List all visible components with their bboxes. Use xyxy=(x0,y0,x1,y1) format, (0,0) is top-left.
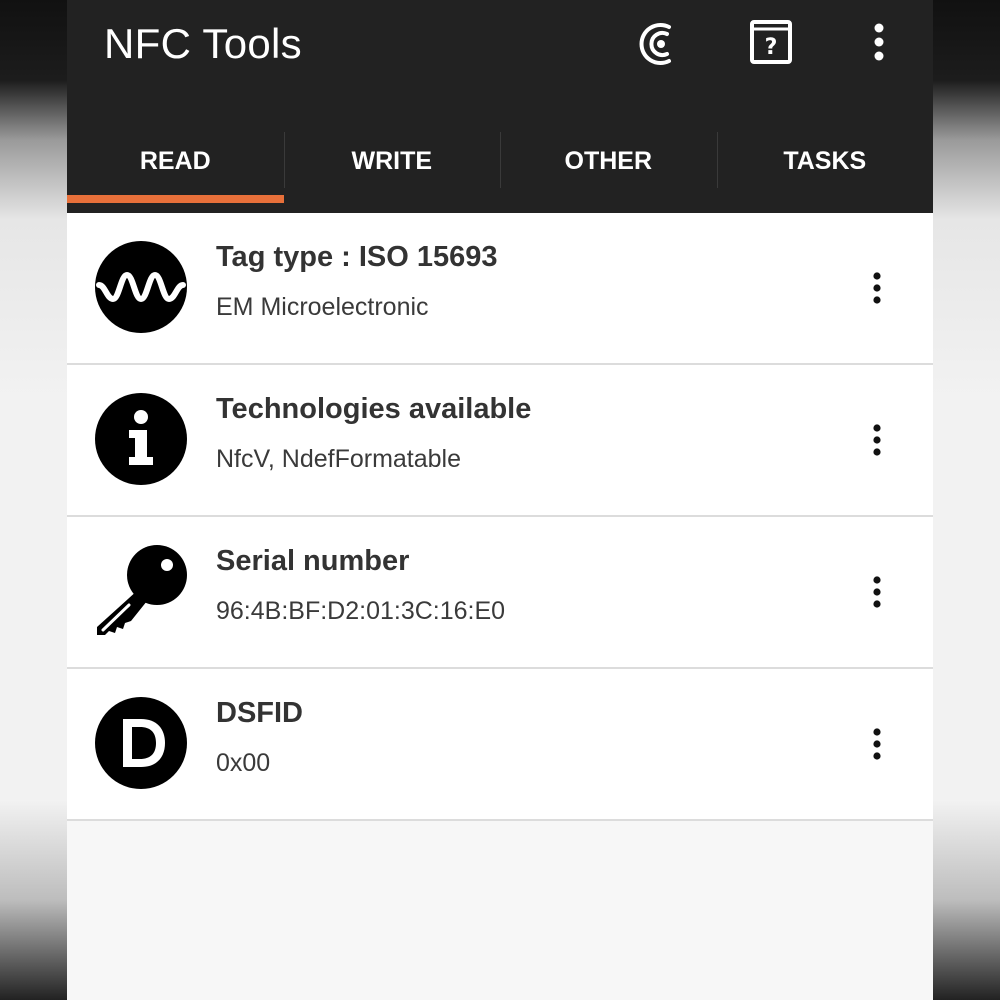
row-title: Serial number xyxy=(216,545,410,577)
tab-other[interactable]: OTHER xyxy=(500,118,717,204)
tab-read[interactable]: READ xyxy=(67,118,284,204)
list-item-serial-number[interactable]: Serial number 96:4B:BF:D2:01:3C:16:E0 xyxy=(67,517,933,669)
tab-tasks[interactable]: TASKS xyxy=(716,118,934,204)
list-item-tag-type[interactable]: Tag type : ISO 15693 EM Microelectronic xyxy=(67,213,933,365)
row-title: DSFID xyxy=(216,697,303,729)
app-title: NFC Tools xyxy=(104,20,302,67)
app-bar: NFC Tools ? READ WRITE OTHER TASKS xyxy=(67,0,933,213)
tag-info-list: Tag type : ISO 15693 EM Microelectronic … xyxy=(67,213,933,821)
tab-label: OTHER xyxy=(564,146,653,175)
row-subtitle: EM Microelectronic xyxy=(216,293,429,321)
tab-label: TASKS xyxy=(783,146,867,175)
row-subtitle: 96:4B:BF:D2:01:3C:16:E0 xyxy=(216,597,506,625)
wave-icon xyxy=(95,241,187,333)
row-title: Technologies available xyxy=(216,393,532,425)
help-book-icon[interactable]: ? xyxy=(743,16,799,72)
svg-text:?: ? xyxy=(765,35,778,60)
info-icon xyxy=(95,393,187,485)
tab-write[interactable]: WRITE xyxy=(283,118,501,204)
tab-label: READ xyxy=(139,146,211,175)
tab-label: WRITE xyxy=(351,146,433,175)
row-subtitle: NfcV, NdefFormatable xyxy=(216,445,462,473)
list-item-technologies[interactable]: Technologies available NfcV, NdefFormata… xyxy=(67,365,933,517)
more-vert-icon[interactable] xyxy=(857,420,897,460)
d-letter-icon xyxy=(95,697,187,789)
list-item-dsfid[interactable]: DSFID 0x00 xyxy=(67,669,933,821)
row-title: Tag type : ISO 15693 xyxy=(216,241,498,273)
more-vert-icon[interactable] xyxy=(857,724,897,764)
key-icon xyxy=(95,545,187,637)
row-subtitle: 0x00 xyxy=(216,749,271,777)
nfc-c-icon[interactable] xyxy=(633,16,689,72)
more-vert-icon[interactable] xyxy=(857,572,897,612)
tab-indicator xyxy=(67,195,284,203)
app-screen: NFC Tools ? READ WRITE OTHER TASKS Tag t… xyxy=(67,0,933,1000)
more-vert-icon[interactable] xyxy=(851,16,907,72)
more-vert-icon[interactable] xyxy=(857,268,897,308)
